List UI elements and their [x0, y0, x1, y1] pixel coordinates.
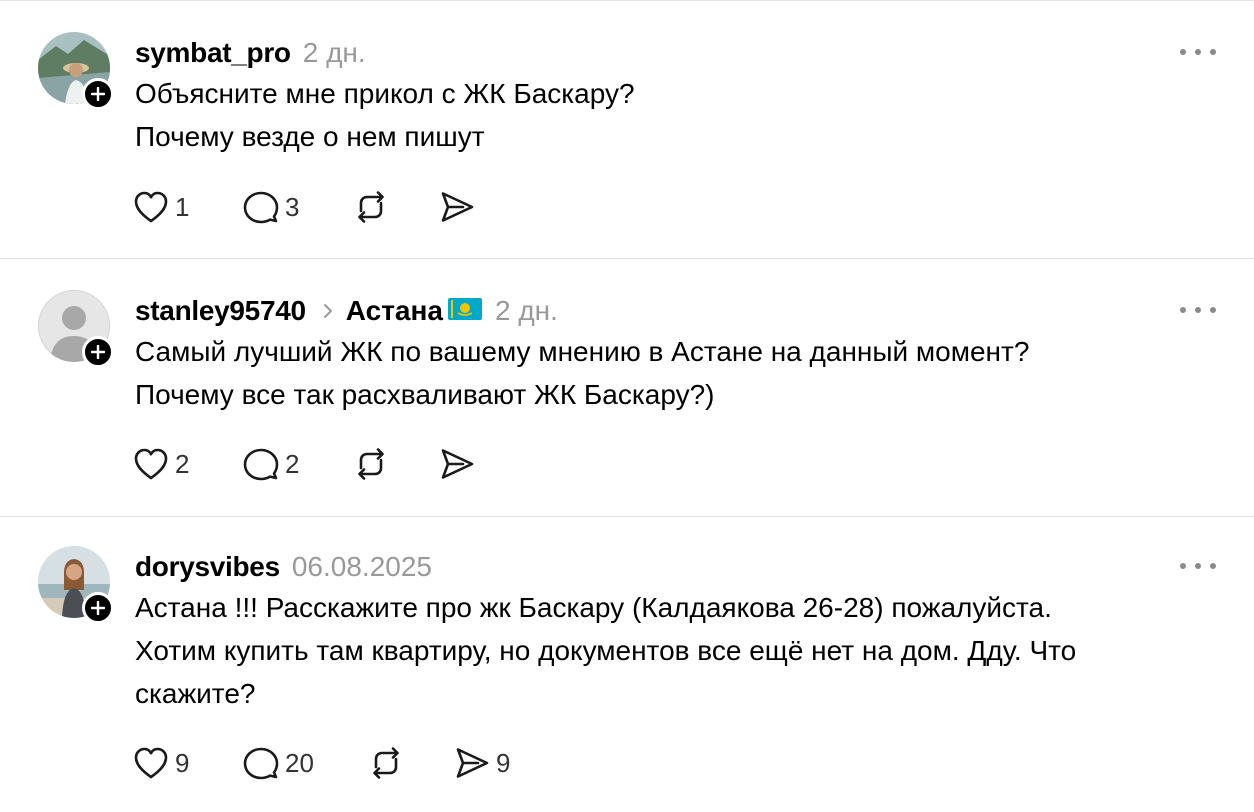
chevron-right-icon — [322, 302, 334, 320]
heart-icon — [134, 747, 168, 779]
post-text-line: Хотим купить там квартиру, но документов… — [135, 635, 1077, 666]
post-time: 2 дн. — [302, 37, 366, 68]
reply-button[interactable]: 3 — [243, 189, 353, 225]
top-divider — [0, 0, 1254, 1]
plus-icon — [91, 601, 105, 615]
reply-button[interactable]: 20 — [243, 745, 368, 781]
follow-button[interactable] — [82, 592, 114, 624]
post-text-line: Самый лучший ЖК по вашему мнению в Астан… — [135, 336, 1030, 367]
post-card: stanley95740 Астана 2 дн. Самый лучший Ж… — [0, 290, 1254, 510]
heart-icon — [134, 448, 168, 480]
share-count: 9 — [496, 747, 511, 778]
more-dots-icon — [1180, 563, 1186, 569]
like-button[interactable]: 1 — [133, 189, 243, 225]
repost-arrows-icon — [373, 747, 399, 779]
share-button[interactable]: 9 — [454, 745, 510, 781]
plus-icon — [91, 87, 105, 101]
post-text: Астана !!! Расскажите про жк Баскару (Ка… — [135, 586, 1215, 715]
post-card: symbat_pro 2 дн. Объясните мне прикол с … — [0, 32, 1254, 252]
more-button[interactable] — [1180, 42, 1216, 62]
send-icon — [441, 192, 474, 222]
more-dot — [1195, 49, 1201, 55]
repost-arrows-icon — [358, 191, 384, 223]
post-text-line: Объясните мне прикол с ЖК Баскару? — [135, 78, 635, 109]
more-dot — [1210, 563, 1216, 569]
username[interactable]: symbat_pro — [135, 37, 291, 69]
comment-bubble-icon — [243, 747, 279, 780]
like-button[interactable]: 2 — [133, 446, 243, 482]
like-button[interactable]: 9 — [133, 745, 243, 781]
post-time: 2 дн. — [494, 295, 558, 326]
heart-icon — [134, 191, 168, 223]
post-header: dorysvibes 06.08.2025 — [135, 550, 432, 584]
post-time: 06.08.2025 — [291, 551, 432, 582]
more-dot — [1210, 49, 1216, 55]
post-text: Объясните мне прикол с ЖК Баскару? Почем… — [135, 72, 1215, 158]
post-text: Самый лучший ЖК по вашему мнению в Астан… — [135, 330, 1215, 416]
reply-count: 20 — [285, 747, 314, 778]
more-dots-icon — [1180, 49, 1186, 55]
follow-button[interactable] — [82, 336, 114, 368]
username[interactable]: stanley95740 — [135, 295, 306, 327]
send-icon — [441, 449, 474, 479]
post-header: stanley95740 Астана 2 дн. — [135, 294, 558, 328]
like-count: 2 — [175, 448, 190, 479]
more-dot — [1210, 307, 1216, 313]
topic-tag[interactable]: Астана — [346, 295, 443, 327]
reply-count: 2 — [285, 448, 300, 479]
action-bar: 9 20 9 — [133, 745, 510, 781]
share-button[interactable] — [439, 189, 475, 225]
kazakhstan-flag-icon — [447, 296, 483, 327]
reply-count: 3 — [285, 191, 300, 222]
more-dot — [1195, 563, 1201, 569]
more-dot — [1195, 307, 1201, 313]
follow-button[interactable] — [82, 78, 114, 110]
post-text-line: скажите? — [135, 678, 256, 709]
post-header: symbat_pro 2 дн. — [135, 36, 366, 70]
plus-icon — [91, 345, 105, 359]
more-button[interactable] — [1180, 556, 1216, 576]
comment-bubble-icon — [243, 448, 279, 481]
repost-button[interactable] — [368, 745, 454, 781]
comment-bubble-icon — [243, 191, 279, 224]
post-divider — [0, 516, 1254, 517]
send-icon — [456, 748, 489, 778]
share-button[interactable] — [439, 446, 475, 482]
action-bar: 1 3 — [133, 189, 475, 225]
like-count: 9 — [175, 747, 190, 778]
post-text-line: Почему везде о нем пишут — [135, 121, 485, 152]
more-button[interactable] — [1180, 300, 1216, 320]
post-card: dorysvibes 06.08.2025 Астана !!! Расскаж… — [0, 546, 1254, 812]
post-divider — [0, 258, 1254, 259]
repost-button[interactable] — [353, 446, 439, 482]
reply-button[interactable]: 2 — [243, 446, 353, 482]
repost-button[interactable] — [353, 189, 439, 225]
post-text-line: Астана !!! Расскажите про жк Баскару (Ка… — [135, 592, 1052, 623]
post-text-line: Почему все так расхваливают ЖК Баскару?) — [135, 379, 715, 410]
action-bar: 2 2 — [133, 446, 475, 482]
username[interactable]: dorysvibes — [135, 551, 280, 583]
repost-arrows-icon — [358, 448, 384, 480]
like-count: 1 — [175, 191, 190, 222]
more-dots-icon — [1180, 307, 1186, 313]
